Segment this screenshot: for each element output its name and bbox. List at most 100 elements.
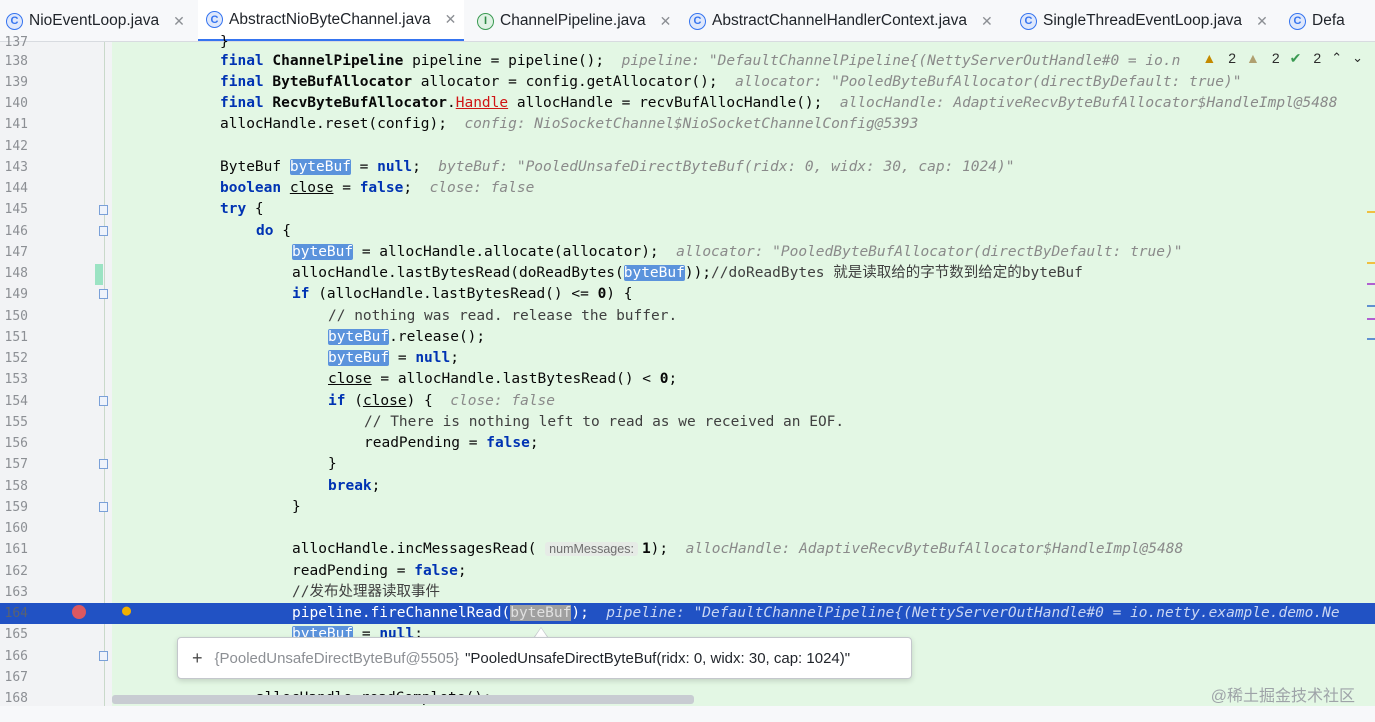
fold-marker-icon[interactable] [99, 651, 108, 661]
line-number: 144 [4, 181, 28, 196]
line-number: 164 [4, 606, 28, 621]
code-text: byteBuf = allocHandle.allocate(allocator… [292, 244, 1183, 260]
fold-marker-icon[interactable] [99, 396, 108, 406]
code-text: try { [220, 201, 264, 217]
code-line: 145 try { [0, 199, 1375, 220]
code-comment: //发布处理器读取事件 [292, 584, 440, 600]
code-line: 142 [0, 136, 1375, 157]
line-number: 143 [4, 160, 28, 175]
code-line: 143 ByteBuf byteBuf = null; byteBuf: "Po… [0, 157, 1375, 178]
line-number: 145 [4, 202, 28, 217]
code-line: 137 } [0, 32, 1375, 53]
debug-inline-value: allocHandle: AdaptiveRecvByteBufAllocato… [839, 95, 1338, 111]
debug-inline-value: close: false [450, 393, 556, 409]
line-number: 154 [4, 394, 28, 409]
fold-marker-icon[interactable] [99, 502, 108, 512]
line-number: 163 [4, 585, 28, 600]
debug-inline-value: allocHandle: AdaptiveRecvByteBufAllocato… [685, 541, 1184, 557]
code-text: pipeline.fireChannelRead(byteBuf); pipel… [292, 605, 1340, 621]
expand-plus-icon[interactable]: + [192, 648, 203, 669]
debug-inline-value: allocator: "PooledByteBufAllocator(direc… [735, 74, 1242, 90]
error-stripe-mark[interactable] [1367, 305, 1375, 307]
code-line: 147 byteBuf = allocHandle.allocate(alloc… [0, 242, 1375, 263]
code-text: byteBuf.release(); [328, 329, 486, 345]
error-stripe-mark[interactable] [1367, 318, 1375, 320]
code-comment: // There is nothing left to read as we r… [364, 414, 845, 430]
code-text: } [292, 499, 301, 515]
line-number: 139 [4, 75, 28, 90]
code-line: 140 final RecvByteBufAllocator.Handle al… [0, 93, 1375, 114]
code-text: do { [256, 223, 291, 239]
line-number: 158 [4, 479, 28, 494]
code-comment: // nothing was read. release the buffer. [328, 308, 678, 324]
line-number: 141 [4, 117, 28, 132]
debug-inline-value: config: NioSocketChannel$NioSocketChanne… [464, 116, 919, 132]
code-text: final ChannelPipeline pipeline = pipelin… [220, 53, 1181, 69]
code-line: 141 allocHandle.reset(config); config: N… [0, 114, 1375, 135]
error-stripe-mark[interactable] [1367, 211, 1375, 213]
code-line: 158 break; [0, 476, 1375, 497]
code-text: final RecvByteBufAllocator.Handle allocH… [220, 95, 1338, 111]
code-text: ByteBuf byteBuf = null; byteBuf: "Pooled… [220, 159, 1015, 175]
current-execution-line: 164 pipeline.fireChannelRead(byteBuf); p… [0, 603, 1375, 624]
line-number: 149 [4, 287, 28, 302]
code-line: 155 // There is nothing left to read as … [0, 412, 1375, 433]
fold-marker-icon[interactable] [99, 205, 108, 215]
code-line: 149 if (allocHandle.lastBytesRead() <= 0… [0, 284, 1375, 305]
line-number: 148 [4, 266, 28, 281]
code-text: } [220, 34, 229, 50]
line-number: 140 [4, 96, 28, 111]
lightbulb-icon[interactable]: ● [122, 601, 136, 619]
error-stripe-mark[interactable] [1367, 262, 1375, 264]
line-number: 156 [4, 436, 28, 451]
code-text: allocHandle.lastBytesRead(doReadBytes(by… [292, 265, 1083, 281]
debug-inline-value: close: false [429, 180, 535, 196]
line-number: 137 [4, 35, 28, 50]
code-line: 152 byteBuf = null; [0, 348, 1375, 369]
code-comment: //doReadBytes 就是读取给的字节数到给定的byteBuf [711, 265, 1083, 281]
editor-footer [0, 706, 1375, 722]
fold-marker-icon[interactable] [99, 289, 108, 299]
code-line: 160 [0, 518, 1375, 539]
popup-object-value: "PooledUnsafeDirectByteBuf(ridx: 0, widx… [465, 649, 851, 667]
fold-marker-icon[interactable] [99, 226, 108, 236]
code-line: 159 } [0, 497, 1375, 518]
code-editor[interactable]: 137 } 138 final ChannelPipeline pipeline… [0, 0, 1375, 706]
popup-caret-fill [535, 628, 547, 637]
line-number: 167 [4, 670, 28, 685]
fold-marker-icon[interactable] [99, 459, 108, 469]
horizontal-scrollbar[interactable] [112, 695, 694, 704]
line-number: 147 [4, 245, 28, 260]
code-line: 156 readPending = false; [0, 433, 1375, 454]
line-number: 168 [4, 691, 28, 706]
code-line: 146 do { [0, 221, 1375, 242]
debug-value-popup[interactable]: + {PooledUnsafeDirectByteBuf@5505} "Pool… [177, 637, 912, 679]
error-stripe-mark[interactable] [1367, 283, 1375, 285]
code-line: 138 final ChannelPipeline pipeline = pip… [0, 51, 1375, 72]
line-number: 152 [4, 351, 28, 366]
popup-object-ref: {PooledUnsafeDirectByteBuf@5505} [214, 649, 460, 667]
line-number: 165 [4, 627, 28, 642]
code-text: if (allocHandle.lastBytesRead() <= 0) { [292, 286, 633, 302]
line-number: 157 [4, 457, 28, 472]
line-number: 155 [4, 415, 28, 430]
debug-inline-value: pipeline: "DefaultChannelPipeline{(Netty… [606, 605, 1340, 621]
line-number: 138 [4, 54, 28, 69]
code-line: 153 close = allocHandle.lastBytesRead() … [0, 369, 1375, 390]
line-number: 160 [4, 521, 28, 536]
line-number: 150 [4, 309, 28, 324]
code-text: close = allocHandle.lastBytesRead() < 0; [328, 371, 678, 387]
debug-inline-value: pipeline: "DefaultChannelPipeline{(Netty… [621, 53, 1181, 69]
code-line: 154 if (close) { close: false [0, 391, 1375, 412]
debug-inline-value: byteBuf: "PooledUnsafeDirectByteBuf(ridx… [438, 159, 1015, 175]
line-number: 166 [4, 649, 28, 664]
code-line: 162 readPending = false; [0, 561, 1375, 582]
breakpoint-icon[interactable] [72, 605, 86, 619]
line-number: 162 [4, 564, 28, 579]
code-text: final ByteBufAllocator allocator = confi… [220, 74, 1242, 90]
code-text: byteBuf = null; [328, 350, 459, 366]
code-text: } [328, 456, 337, 472]
parameter-hint: numMessages: [545, 542, 638, 556]
error-stripe-mark[interactable] [1367, 338, 1375, 340]
code-text: break; [328, 478, 381, 494]
